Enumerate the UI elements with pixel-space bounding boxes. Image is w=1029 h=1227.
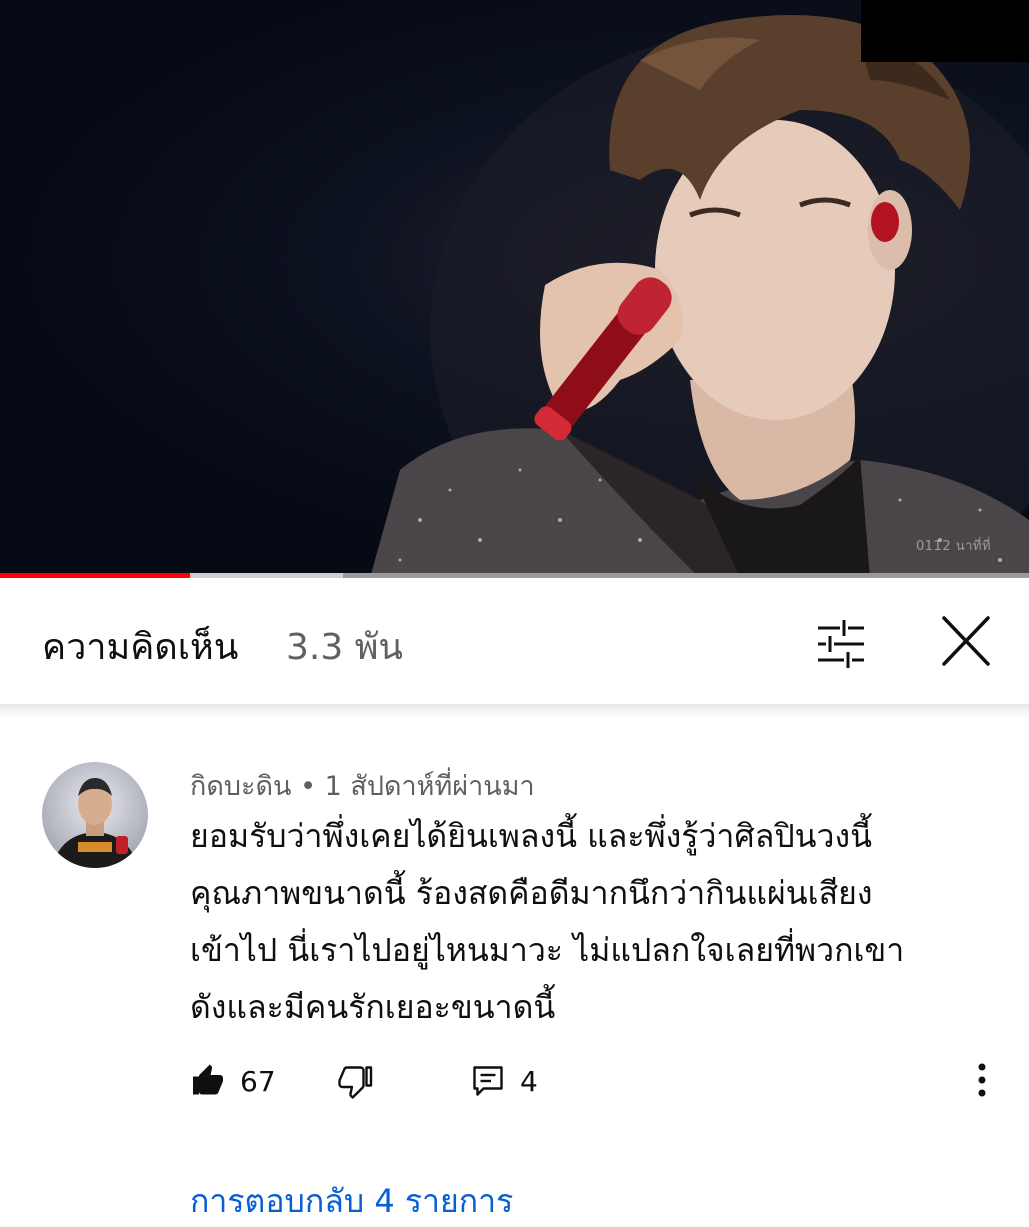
dislike-button[interactable] [338,1058,374,1104]
thumbs-down-icon [338,1066,373,1099]
video-frame-image [370,15,1029,578]
more-vert-icon [978,1063,986,1097]
comment-author-time[interactable]: กิดบะดิน • 1 สัปดาห์ที่ผ่านมา [190,764,535,807]
reply-count: 4 [520,1064,538,1098]
like-button[interactable]: 67 [190,1058,276,1104]
close-button[interactable] [936,614,996,670]
comments-count: 3.3 พัน [286,627,404,668]
reply-button[interactable]: 4 [470,1058,538,1104]
view-replies-link[interactable]: การตอบกลับ 4 รายการ [190,1176,513,1227]
comments-title: ความคิดเห็น [42,627,239,668]
more-options-button[interactable] [960,1058,1004,1104]
thumbs-up-icon [193,1064,223,1095]
close-icon [942,616,990,666]
redaction-box [861,0,1029,62]
avatar[interactable] [42,762,148,868]
comment-reply-icon [473,1066,503,1096]
avatar-image [52,778,138,868]
sort-filter-button[interactable] [810,614,870,670]
comment-text: ยอมรับว่าพึ่งเคยได้ยินเพลงนี้ และพึ่งรู้… [190,817,905,1026]
video-player[interactable]: 0112 นาที่ที่ [0,0,1029,578]
like-count: 67 [240,1064,276,1098]
comments-header: ความคิดเห็น 3.3 พัน [0,578,1029,706]
header-divider [0,704,1029,718]
video-watermark: 0112 นาที่ที่ [916,539,992,554]
sort-filter-icon [818,620,864,668]
